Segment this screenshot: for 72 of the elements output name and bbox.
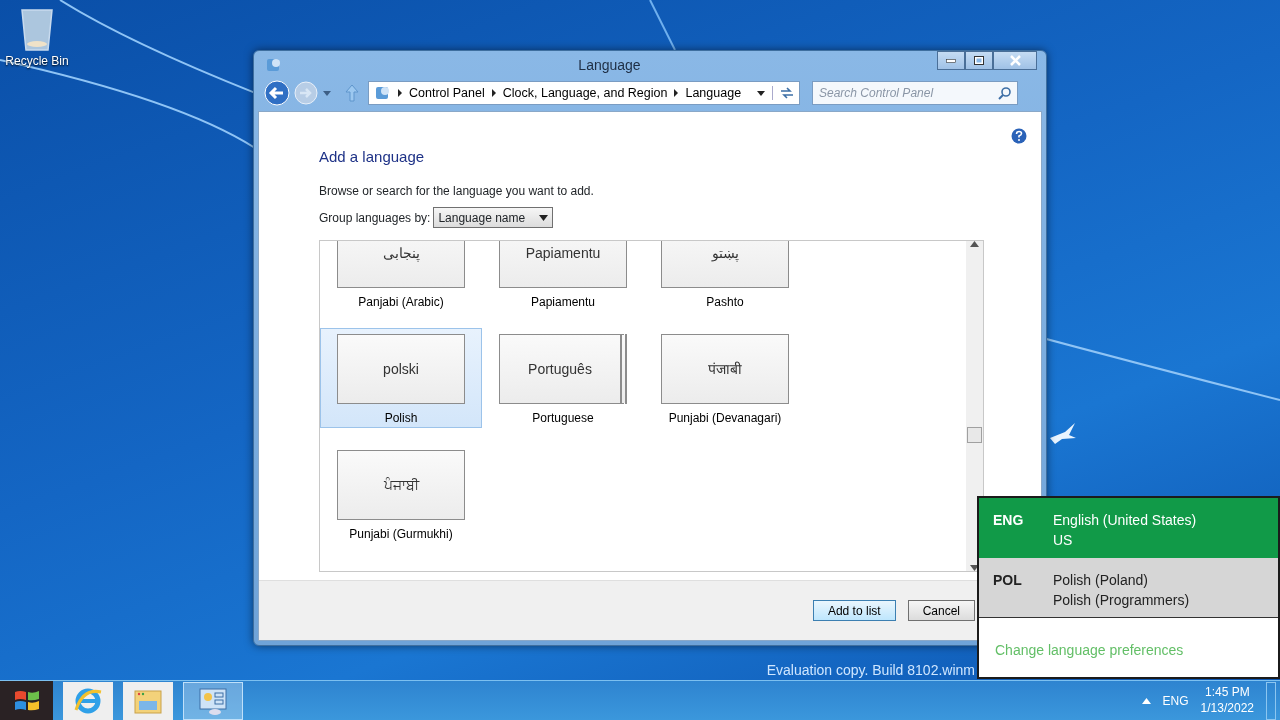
bird-icon — [1050, 422, 1076, 444]
language-name: English (United States) — [1053, 511, 1197, 530]
language-name: Panjabi (Arabic) — [358, 294, 444, 311]
keyboard-layout: Polish (Programmers) — [1053, 591, 1190, 611]
window-title: Language — [577, 55, 642, 75]
back-button[interactable] — [264, 80, 290, 107]
refresh-icon — [779, 86, 795, 101]
keyboard-layout: US — [1053, 531, 1074, 551]
close-button[interactable] — [993, 51, 1037, 70]
chevron-icon — [673, 89, 680, 98]
maximize-button[interactable] — [965, 51, 993, 70]
language-name: Portuguese — [532, 410, 594, 427]
chevron-icon — [490, 89, 497, 98]
search-icon — [998, 86, 1012, 101]
search-field[interactable]: Search Control Panel — [812, 81, 1018, 106]
native-name: پښتو — [711, 243, 739, 264]
input-language-indicator[interactable]: ENG — [1162, 691, 1189, 710]
caret-icon — [539, 214, 549, 221]
minimize-icon — [946, 58, 956, 63]
input-method-row[interactable]: ENG English (United States) US — [979, 498, 1278, 558]
taskbar-button[interactable] — [183, 681, 243, 720]
add-to-list-button[interactable]: Add to list — [812, 600, 896, 621]
native-name: polski — [383, 359, 419, 379]
native-name: Português — [528, 359, 592, 379]
chevron-icon — [397, 89, 403, 98]
recent-pages-button[interactable] — [322, 89, 332, 98]
show-hidden-icons-button[interactable] — [1141, 697, 1151, 704]
desktop-icon-label[interactable]: Recycle Bin — [5, 52, 69, 70]
language-code: POL — [993, 571, 1023, 590]
native-name: Papiamentu — [525, 243, 601, 263]
taskbar-button[interactable] — [63, 681, 113, 720]
native-name: पंजाबी — [708, 359, 742, 379]
evaluation-notice: Evaluation copy. Build 8102.winm — [766, 661, 975, 680]
caret-icon — [322, 89, 332, 98]
minimize-button[interactable] — [937, 51, 965, 70]
cancel-button[interactable]: Cancel — [907, 600, 975, 621]
breadcrumb-item[interactable]: Clock, Language, and Region — [502, 84, 668, 103]
language-name: Papiamentu — [530, 294, 595, 311]
native-name: ਪੰਜਾਬੀ — [383, 475, 419, 495]
taskbar-button[interactable] — [123, 681, 173, 720]
description-text: Browse or search for the language you want to add. — [319, 183, 595, 200]
breadcrumb-item[interactable]: Control Panel — [409, 84, 485, 103]
native-name: پنجابی — [382, 243, 420, 264]
language-code: ENG — [993, 511, 1025, 530]
clock-time[interactable]: 1:45 PM — [1204, 684, 1250, 701]
recycle-bin-icon[interactable] — [19, 6, 55, 52]
language-name: Punjabi (Gurmukhi) — [349, 526, 453, 543]
maximize-icon — [973, 55, 985, 66]
scrollbar-thumb[interactable] — [967, 427, 982, 443]
list-entry[interactable]: polski Polish — [320, 328, 482, 428]
language-name: Polish — [384, 410, 418, 427]
caret-up-icon — [1141, 697, 1151, 704]
address-bar[interactable]: Control Panel Clock, Language, and Region Language — [368, 81, 800, 106]
up-arrow-icon — [344, 83, 360, 104]
group-by-dropdown[interactable]: Language name — [433, 207, 554, 228]
breadcrumb-item[interactable]: Language — [685, 84, 742, 103]
dropdown-caret-icon — [756, 89, 766, 98]
scroll-down-icon — [970, 565, 979, 571]
help-button[interactable] — [1011, 128, 1027, 144]
group-by-label: Group languages by: — [319, 209, 431, 227]
input-method-row[interactable]: POL Polish (Poland) Polish (Programmers) — [979, 558, 1278, 618]
refresh-button[interactable] — [772, 86, 795, 101]
scrollbar[interactable] — [966, 241, 983, 571]
help-icon — [1011, 128, 1027, 144]
close-icon — [1009, 55, 1021, 66]
start-button[interactable] — [0, 680, 53, 720]
page-heading: Add a language — [319, 148, 426, 166]
scroll-up-icon — [970, 241, 979, 247]
language-name: Pashto — [706, 294, 744, 311]
control-panel-icon — [198, 685, 228, 716]
language-name: Polish (Poland) — [1053, 571, 1149, 590]
language-name: Punjabi (Devanagari) — [668, 410, 782, 427]
